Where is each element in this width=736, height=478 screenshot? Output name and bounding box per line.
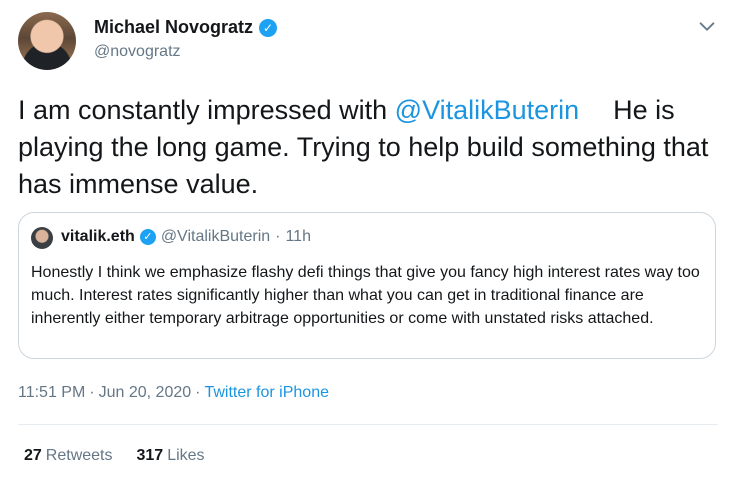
divider [18,424,718,425]
author-name[interactable]: Michael Novogratz [94,17,253,38]
tweet-time[interactable]: 11:51 PM [18,384,85,402]
tweet-meta: 11:51 PM · Jun 20, 2020 · Twitter for iP… [18,384,329,402]
retweets-label[interactable]: Retweets [46,447,113,464]
likes-count[interactable]: 317 [137,447,164,464]
tweet-text-part: I am constantly impressed with [18,95,395,125]
author-handle[interactable]: @novogratz [94,43,181,61]
author-name-row[interactable]: Michael Novogratz ✓ [94,17,278,38]
separator-dot: · [89,384,95,401]
chevron-down-icon[interactable] [696,16,718,38]
likes-label[interactable]: Likes [167,447,204,464]
tweet-source-link[interactable]: Twitter for iPhone [204,384,329,402]
tweet-date[interactable]: Jun 20, 2020 [99,384,192,402]
verified-badge-icon: ✓ [259,18,278,37]
verified-badge-icon: ✓ [139,229,156,245]
quoted-time: 11h [285,228,311,245]
author-avatar[interactable] [18,12,76,70]
quoted-author-name: vitalik.eth [61,228,135,245]
quoted-text: Honestly I think we emphasize flashy def… [31,264,700,327]
tweet-text: I am constantly impressed with @VitalikB… [18,92,718,203]
quoted-author-row: vitalik.eth ✓ @VitalikButerin · 11h [61,228,311,246]
mention-link[interactable]: @VitalikButerin [395,95,580,125]
likes-stat[interactable]: 317 Likes [137,447,205,465]
tweet-stats: 27 Retweets 317 Likes [24,447,205,465]
quoted-avatar [31,227,53,249]
retweets-count[interactable]: 27 [24,447,42,464]
retweets-stat[interactable]: 27 Retweets [24,447,113,465]
separator-dot: · [195,384,201,401]
quoted-tweet-card[interactable]: vitalik.eth ✓ @VitalikButerin · 11h Hone… [18,212,716,359]
separator-dot: · [275,228,281,245]
quoted-author-handle: @VitalikButerin [160,228,271,245]
